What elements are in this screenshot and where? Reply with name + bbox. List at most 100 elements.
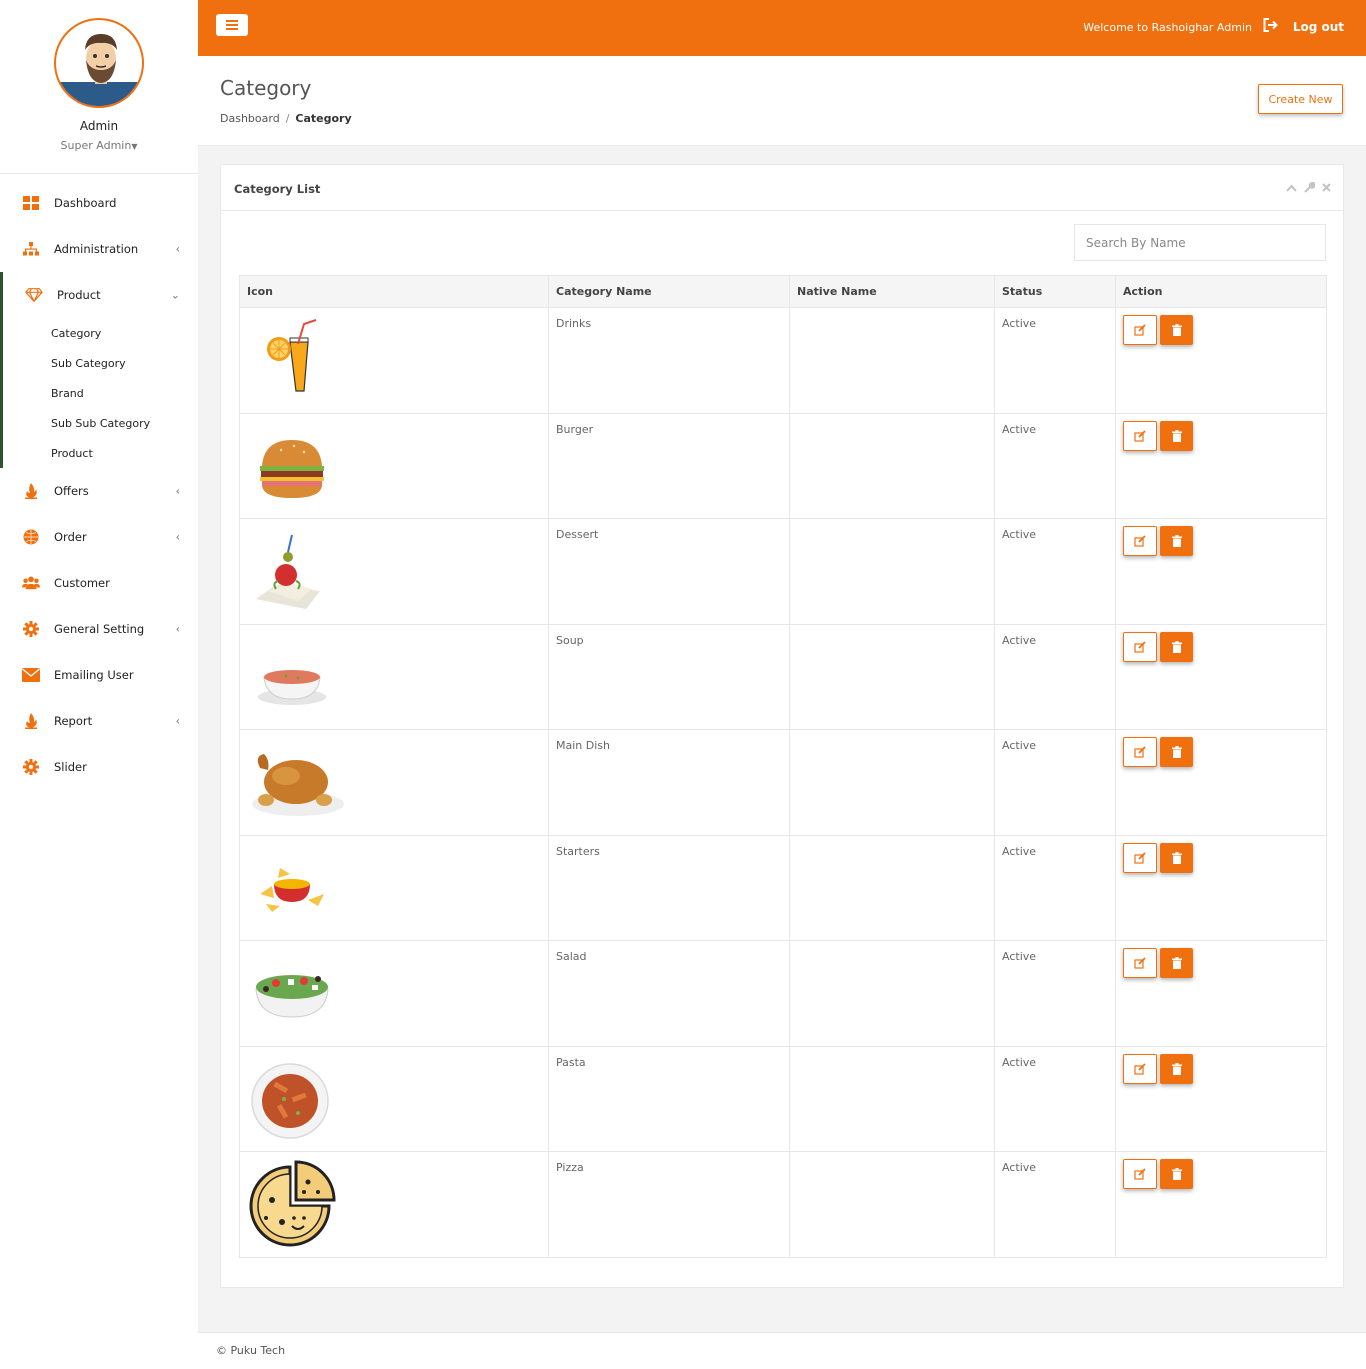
- chevron-left-icon: ‹: [175, 242, 180, 256]
- sidebar-subitem-brand[interactable]: Brand: [3, 378, 198, 408]
- pizza-image: [249, 1160, 336, 1247]
- delete-button[interactable]: [1160, 1159, 1193, 1189]
- native-name-cell: [789, 623, 995, 730]
- native-name-cell: [789, 729, 995, 836]
- profile-role-dropdown[interactable]: Super Admin▼: [0, 139, 198, 152]
- table-row: Salad Active: [239, 940, 1327, 1047]
- trash-icon: [1171, 640, 1182, 653]
- sidebar-subitem-category[interactable]: Category: [3, 318, 198, 348]
- breadcrumb-separator: /: [285, 112, 290, 125]
- delete-button[interactable]: [1160, 948, 1193, 978]
- sidebar-item-label: Report: [54, 714, 93, 728]
- delete-button[interactable]: [1160, 315, 1193, 345]
- column-header-category-name[interactable]: Category Name: [548, 275, 790, 308]
- search-input[interactable]: [1074, 224, 1326, 261]
- product-group: Product ⌄ Category Sub Category Brand Su…: [0, 272, 198, 468]
- globe-icon: [22, 528, 40, 546]
- edit-button[interactable]: [1123, 1159, 1157, 1189]
- sidebar-item-emailing-user[interactable]: Emailing User: [0, 652, 198, 698]
- category-name-cell: Pizza: [548, 1151, 790, 1258]
- breadcrumb-dashboard-link[interactable]: Dashboard: [220, 112, 280, 125]
- column-header-icon[interactable]: Icon: [239, 275, 549, 308]
- users-icon: [22, 574, 40, 592]
- edit-button[interactable]: [1123, 420, 1157, 451]
- soup-image: [258, 669, 326, 705]
- column-header-native-name[interactable]: Native Name: [789, 275, 995, 308]
- category-name-cell: Pasta: [548, 1045, 790, 1152]
- edit-icon: [1134, 324, 1146, 336]
- table-row: Dessert Active: [239, 518, 1327, 625]
- category-name-cell: Main Dish: [548, 729, 790, 836]
- table-row: Main Dish Active: [239, 729, 1327, 836]
- collapse-icon[interactable]: [1286, 182, 1297, 196]
- action-cell: [1115, 623, 1327, 730]
- icon-cell: [239, 412, 549, 519]
- native-name-cell: [789, 412, 995, 519]
- edit-button[interactable]: [1123, 1053, 1157, 1084]
- delete-button[interactable]: [1160, 631, 1193, 662]
- sidebar-subitem-sub-category[interactable]: Sub Category: [3, 348, 198, 378]
- close-icon[interactable]: [1322, 182, 1331, 196]
- sidebar-subitem-sub-sub-category[interactable]: Sub Sub Category: [3, 408, 198, 438]
- icon-cell: [239, 834, 549, 941]
- sidebar-item-label: Dashboard: [54, 196, 117, 210]
- sidebar-item-offers[interactable]: Offers ‹: [0, 468, 198, 514]
- edit-button[interactable]: [1123, 631, 1157, 662]
- table-row: Pasta Active: [239, 1045, 1327, 1152]
- chevron-left-icon: ‹: [175, 714, 180, 728]
- delete-button[interactable]: [1160, 420, 1193, 451]
- action-cell: [1115, 307, 1327, 414]
- edit-button[interactable]: [1123, 737, 1157, 767]
- chevron-left-icon: ‹: [175, 484, 180, 498]
- menu-toggle-button[interactable]: [216, 14, 248, 36]
- create-new-button[interactable]: Create New: [1258, 84, 1343, 114]
- action-cell: [1115, 1045, 1327, 1152]
- delete-button[interactable]: [1160, 842, 1193, 873]
- sidebar-item-slider[interactable]: Slider: [0, 744, 198, 790]
- hamburger-icon: [226, 20, 238, 30]
- sidebar-item-order[interactable]: Order ‹: [0, 514, 198, 560]
- edit-icon: [1134, 851, 1146, 864]
- edit-button[interactable]: [1123, 315, 1157, 345]
- edit-icon: [1134, 1062, 1146, 1075]
- roast-chicken-image: [252, 754, 344, 816]
- status-cell: Active: [994, 1045, 1116, 1152]
- fire-icon: [22, 712, 40, 730]
- gear-icon: [22, 758, 40, 776]
- edit-button[interactable]: [1123, 842, 1157, 873]
- chevron-left-icon: ‹: [175, 530, 180, 544]
- sidebar-item-report[interactable]: Report ‹: [0, 698, 198, 744]
- delete-button[interactable]: [1160, 526, 1193, 556]
- sidebar-subitem-product[interactable]: Product: [3, 438, 198, 468]
- panel-header: Category List: [221, 165, 1343, 211]
- status-cell: Active: [994, 518, 1116, 625]
- status-cell: Active: [994, 623, 1116, 730]
- profile: Admin Super Admin▼: [0, 0, 198, 174]
- edit-icon: [1134, 1168, 1146, 1180]
- edit-button[interactable]: [1123, 526, 1157, 556]
- delete-button[interactable]: [1160, 1053, 1193, 1084]
- sidebar-item-customer[interactable]: Customer: [0, 560, 198, 606]
- delete-button[interactable]: [1160, 737, 1193, 767]
- gear-icon: [22, 620, 40, 638]
- action-cell: [1115, 412, 1327, 519]
- trash-icon: [1171, 429, 1182, 442]
- wrench-icon[interactable]: [1304, 181, 1316, 196]
- category-name-cell: Dessert: [548, 518, 790, 625]
- edit-icon: [1134, 640, 1146, 653]
- pasta-image: [251, 1062, 329, 1139]
- panel-tools: [1286, 181, 1331, 196]
- sidebar-item-administration[interactable]: Administration ‹: [0, 226, 198, 272]
- edit-button[interactable]: [1123, 948, 1157, 978]
- category-name-cell: Starters: [548, 834, 790, 941]
- category-table: Icon Category Name Native Name Status Ac…: [239, 275, 1327, 1258]
- sidebar-item-dashboard[interactable]: Dashboard: [0, 180, 198, 226]
- sidebar-item-general-setting[interactable]: General Setting ‹: [0, 606, 198, 652]
- sidebar-item-label: Order: [54, 530, 87, 544]
- diamond-icon: [25, 286, 43, 304]
- category-name-cell: Burger: [548, 412, 790, 519]
- sidebar-item-product[interactable]: Product ⌄: [3, 272, 198, 318]
- column-header-status[interactable]: Status: [994, 275, 1116, 308]
- logout-button[interactable]: Log out: [1263, 18, 1344, 35]
- avatar[interactable]: [54, 18, 144, 108]
